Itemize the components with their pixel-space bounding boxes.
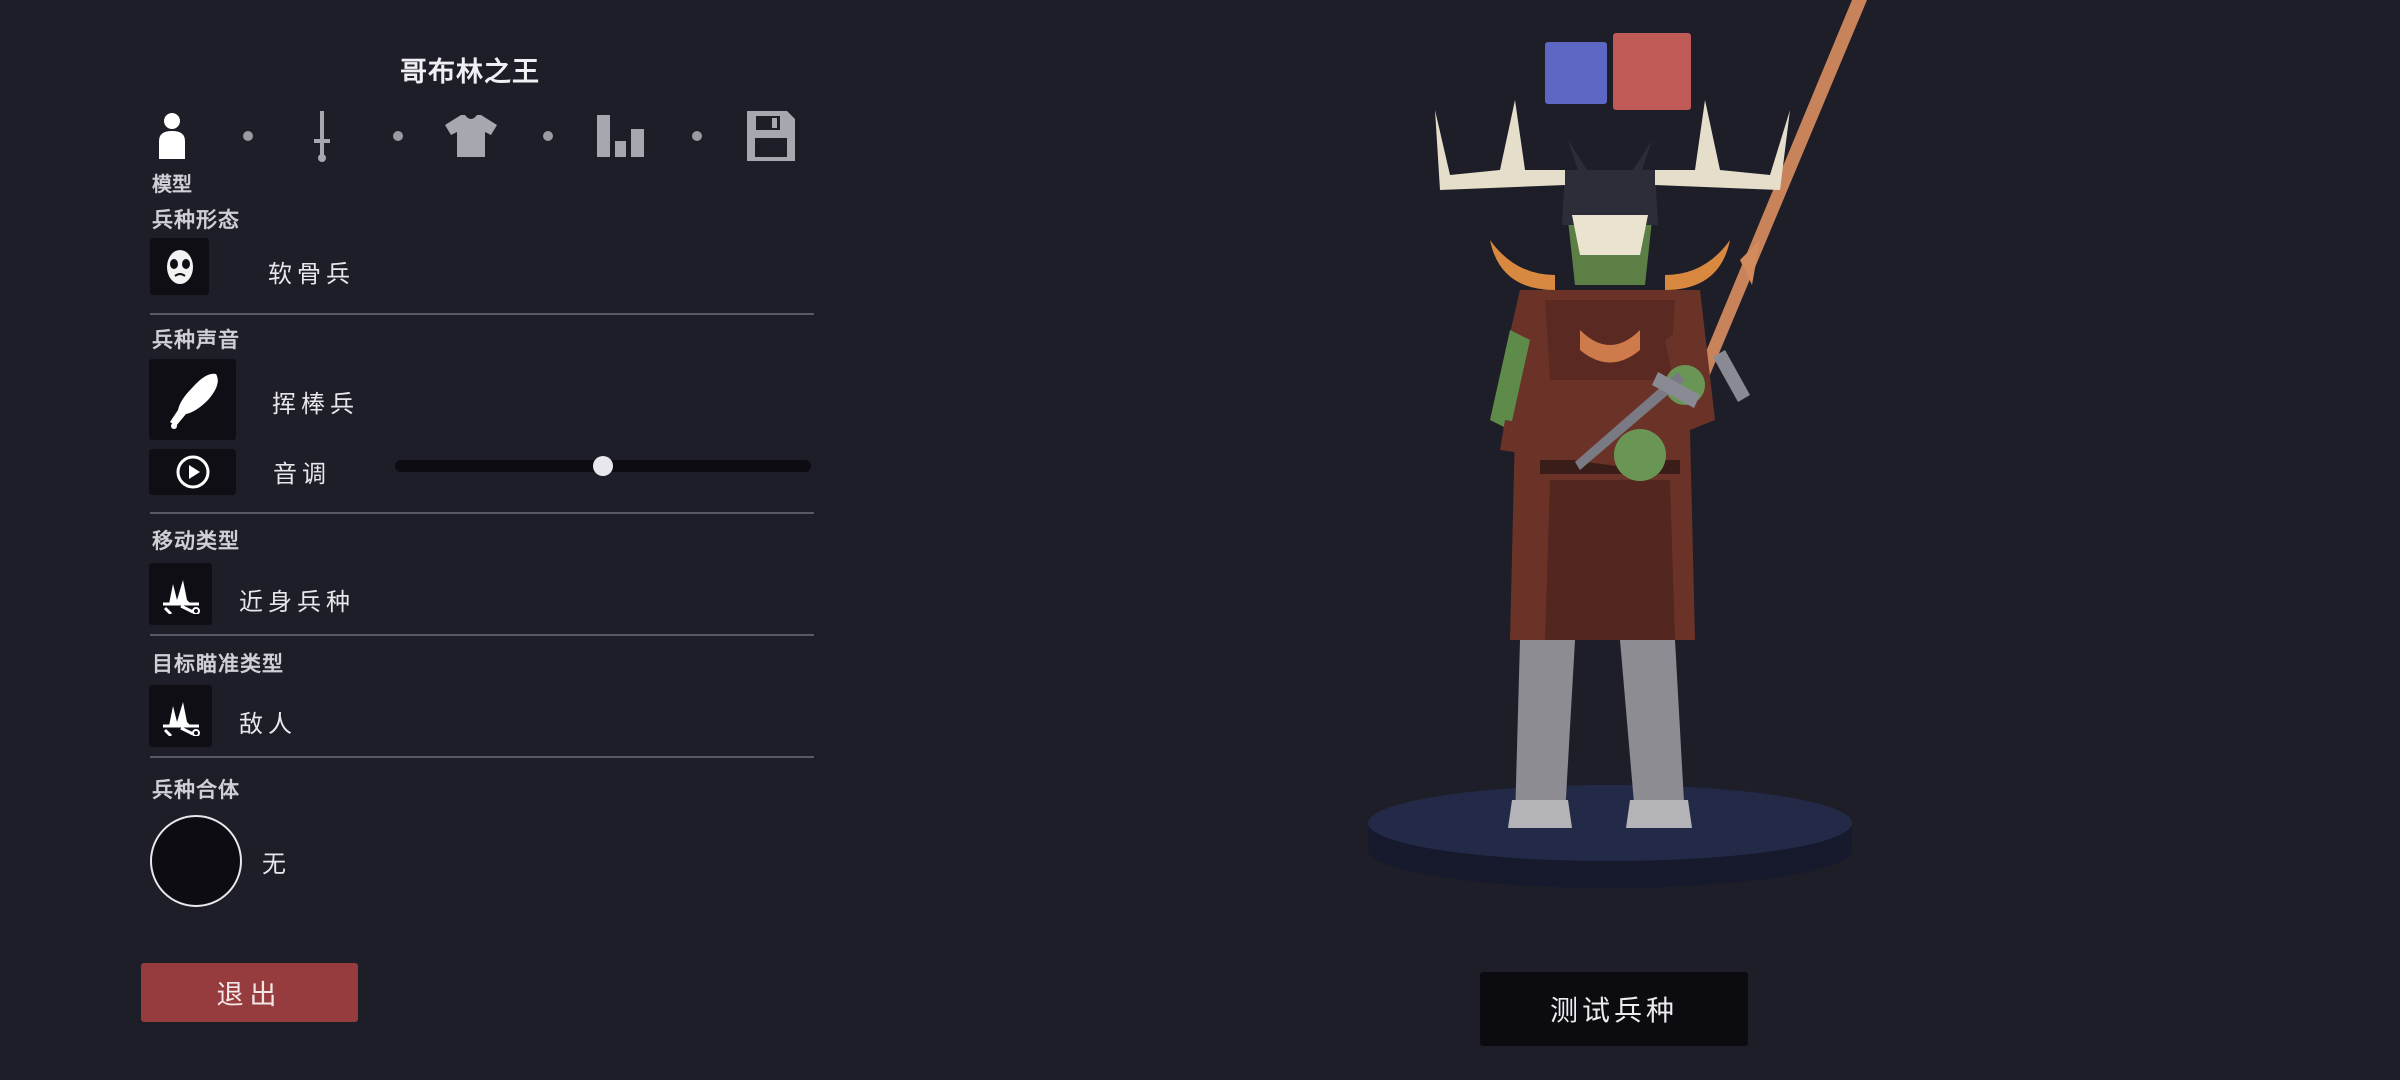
movement-type-button[interactable] bbox=[149, 563, 212, 625]
test-unit-button[interactable]: 测试兵种 bbox=[1480, 972, 1748, 1046]
targeting-type-button[interactable] bbox=[149, 685, 212, 747]
unit-voice-value: 挥棒兵 bbox=[272, 390, 359, 418]
melee-icon bbox=[162, 702, 200, 736]
section-divider bbox=[150, 512, 814, 514]
section-divider bbox=[150, 313, 814, 315]
unit-voice-button[interactable] bbox=[149, 359, 236, 440]
goblin-head bbox=[1562, 170, 1658, 285]
play-icon bbox=[176, 455, 209, 489]
exit-button[interactable]: 退出 bbox=[141, 963, 358, 1022]
tab-caption: 模型 bbox=[152, 172, 192, 196]
tab-separator-dot bbox=[243, 131, 253, 141]
tab-weapons[interactable] bbox=[292, 104, 352, 168]
shirt-icon bbox=[445, 115, 497, 157]
pedestal bbox=[1368, 785, 1852, 888]
person-icon bbox=[159, 113, 185, 159]
pitch-slider-knob[interactable] bbox=[593, 456, 613, 476]
tab-clothing[interactable] bbox=[441, 104, 501, 168]
unit-voice-label: 兵种声音 bbox=[152, 328, 240, 352]
section-divider bbox=[150, 634, 814, 636]
movement-type-label: 移动类型 bbox=[152, 529, 240, 553]
targeting-type-value: 敌人 bbox=[239, 710, 297, 738]
targeting-type-label: 目标瞄准类型 bbox=[152, 652, 284, 676]
play-voice-button[interactable] bbox=[149, 449, 236, 495]
movement-type-value: 近身兵种 bbox=[239, 588, 355, 616]
tab-separator-dot bbox=[692, 131, 702, 141]
unit-form-label: 兵种形态 bbox=[152, 208, 240, 232]
tab-save[interactable] bbox=[741, 104, 801, 168]
stats-icon bbox=[597, 115, 644, 157]
unit-form-button[interactable] bbox=[150, 238, 209, 295]
tab-separator-dot bbox=[393, 131, 403, 141]
pitch-slider[interactable] bbox=[395, 456, 811, 476]
pitch-label: 音调 bbox=[273, 460, 331, 488]
unit-combine-value: 无 bbox=[262, 850, 291, 878]
unit-combine-label: 兵种合体 bbox=[152, 778, 240, 802]
unit-preview-model[interactable] bbox=[1340, 0, 1880, 900]
unit-form-value: 软骨兵 bbox=[268, 260, 355, 288]
tab-stats[interactable] bbox=[591, 104, 651, 168]
save-icon bbox=[747, 111, 795, 161]
sword-icon bbox=[314, 111, 330, 162]
tab-separator-dot bbox=[543, 131, 553, 141]
melee-icon bbox=[162, 580, 200, 614]
section-divider bbox=[150, 756, 814, 758]
tab-model[interactable] bbox=[142, 104, 202, 168]
mask-icon bbox=[166, 249, 193, 284]
unit-title: 哥布林之王 bbox=[400, 57, 540, 88]
club-icon bbox=[169, 373, 218, 429]
unit-combine-slot[interactable] bbox=[150, 815, 242, 907]
